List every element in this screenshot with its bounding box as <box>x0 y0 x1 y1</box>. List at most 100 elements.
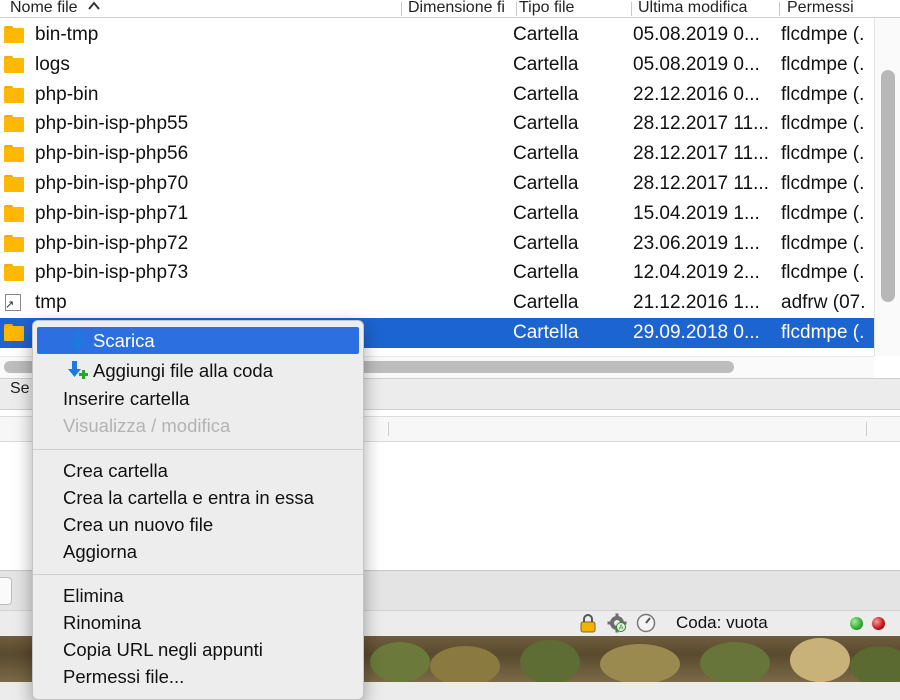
column-header-size-label: Dimensione fi <box>408 0 505 16</box>
file-row[interactable]: php-bin-isp-php73 Cartella 12.04.2019 2...… <box>0 258 874 288</box>
folder-icon <box>4 115 24 133</box>
column-divider[interactable] <box>388 422 389 436</box>
menu-item-copia-url-negli-appunti[interactable]: Copia URL negli appunti <box>37 636 359 663</box>
menu-item-inserire-cartella[interactable]: Inserire cartella <box>37 385 359 412</box>
file-type: Cartella <box>513 173 579 194</box>
column-divider[interactable] <box>516 2 517 16</box>
settings-gear-icon[interactable]: A <box>607 613 627 633</box>
file-permissions: flcdmpe (. <box>781 53 865 75</box>
send-led <box>872 617 885 630</box>
file-row[interactable]: bin-tmp Cartella 05.08.2019 0... flcdmpe (. <box>0 20 874 50</box>
column-divider[interactable] <box>779 2 780 16</box>
queue-status-text: Coda: vuota <box>676 613 768 632</box>
menu-item-aggiorna[interactable]: Aggiorna <box>37 538 359 565</box>
menu-separator <box>33 574 363 575</box>
file-modified: 23.06.2019 1... <box>633 232 760 254</box>
file-type: Cartella <box>513 202 579 224</box>
file-name: php-bin-isp-php71 <box>35 202 189 224</box>
menu-item-label: Visualizza / modifica <box>63 415 231 436</box>
file-row[interactable]: php-bin-isp-php71 Cartella 15.04.2019 1...… <box>0 199 874 229</box>
column-header-type[interactable]: Tipo file <box>519 0 627 18</box>
menu-item-label: Crea cartella <box>63 460 168 481</box>
menu-item-scarica[interactable]: Scarica <box>37 327 359 354</box>
file-row[interactable]: php-bin Cartella 22.12.2016 0... flcdmpe (. <box>0 80 874 110</box>
column-divider[interactable] <box>401 2 402 16</box>
folder-icon <box>4 145 24 163</box>
file-type: Cartella <box>513 232 579 254</box>
selection-info-text: Se <box>10 380 30 397</box>
menu-item-elimina[interactable]: Elimina <box>37 582 359 609</box>
file-permissions: flcdmpe (. <box>781 322 865 343</box>
file-type: Cartella <box>513 83 579 105</box>
menu-item-label: Inserire cartella <box>63 388 190 409</box>
folder-icon <box>4 234 24 252</box>
file-modified: 28.12.2017 11... <box>633 173 769 194</box>
file-name: php-bin <box>35 83 99 105</box>
column-header-permissions[interactable]: Permessi <box>787 0 867 18</box>
vertical-scrollbar-thumb[interactable] <box>881 70 895 302</box>
file-row[interactable]: php-bin-isp-php55 Cartella 28.12.2017 11..… <box>0 109 874 139</box>
file-row[interactable]: logs Cartella 05.08.2019 0... flcdmpe (. <box>0 50 874 80</box>
folder-icon <box>4 264 24 282</box>
menu-item-crea-la-cartella-e-entra-in-essa[interactable]: Crea la cartella e entra in essa <box>37 484 359 511</box>
file-name: php-bin-isp-php70 <box>35 173 189 194</box>
file-row[interactable]: php-bin-isp-php70 Cartella 28.12.2017 11..… <box>0 169 874 199</box>
lock-icon[interactable] <box>578 613 598 633</box>
menu-item-label: Rinomina <box>63 612 142 633</box>
file-permissions: flcdmpe (. <box>781 24 865 45</box>
column-header-permissions-label: Permessi <box>787 0 854 16</box>
column-header-name-label: Nome file <box>10 0 78 16</box>
menu-item-crea-cartella[interactable]: Crea cartella <box>37 457 359 484</box>
file-modified: 12.04.2019 2... <box>633 262 760 284</box>
svg-text:A: A <box>619 625 624 632</box>
chevron-up-icon <box>88 1 100 10</box>
menu-item-label: Copia URL negli appunti <box>63 639 263 660</box>
file-permissions: flcdmpe (. <box>781 262 865 284</box>
column-divider[interactable] <box>866 422 867 436</box>
file-row[interactable]: php-bin-isp-php72 Cartella 23.06.2019 1...… <box>0 229 874 259</box>
folder-icon <box>4 324 24 341</box>
folder-icon <box>4 175 24 192</box>
queue-tab[interactable] <box>0 577 12 605</box>
file-permissions: flcdmpe (. <box>781 143 865 165</box>
menu-item-label: Crea la cartella e entra in essa <box>63 487 314 508</box>
folder-icon <box>4 26 24 43</box>
column-header-size[interactable]: Dimensione fi <box>408 0 516 18</box>
file-name: bin-tmp <box>35 24 99 45</box>
menu-item-label: Crea un nuovo file <box>63 514 214 535</box>
file-name: php-bin-isp-php56 <box>35 143 189 165</box>
file-name: php-bin-isp-php72 <box>35 232 189 254</box>
column-header-name[interactable]: Nome file <box>10 0 400 18</box>
column-divider[interactable] <box>631 2 632 16</box>
menu-item-permessi-file[interactable]: Permessi file... <box>37 663 359 690</box>
folder-icon <box>4 85 24 103</box>
file-permissions: flcdmpe (. <box>781 83 865 105</box>
column-header-modified[interactable]: Ultima modifica <box>638 0 776 18</box>
file-modified: 15.04.2019 1... <box>633 202 760 224</box>
menu-item-label: Elimina <box>63 585 124 606</box>
file-name: logs <box>35 53 70 75</box>
file-modified: 29.09.2018 0... <box>633 322 760 343</box>
context-menu: Scarica Aggiungi file alla coda Inserire c… <box>32 320 364 700</box>
file-permissions: flcdmpe (. <box>781 113 865 135</box>
file-permissions: flcdmpe (. <box>781 202 865 224</box>
file-type: Cartella <box>513 292 579 314</box>
menu-item-aggiungi-file-alla-coda[interactable]: Aggiungi file alla coda <box>37 357 359 384</box>
file-row[interactable]: ↗ tmp Cartella 21.12.2016 1... adfrw (07. <box>0 288 874 318</box>
receive-led <box>850 617 863 630</box>
file-type: Cartella <box>513 53 579 75</box>
vertical-scrollbar[interactable] <box>874 18 900 356</box>
file-type: Cartella <box>513 24 579 45</box>
download-icon <box>70 331 86 351</box>
file-row[interactable]: php-bin-isp-php56 Cartella 28.12.2017 11..… <box>0 139 874 169</box>
folder-icon <box>4 55 24 73</box>
column-header-modified-label: Ultima modifica <box>638 0 748 16</box>
menu-item-crea-un-nuovo-file[interactable]: Crea un nuovo file <box>37 511 359 538</box>
menu-item-rinomina[interactable]: Rinomina <box>37 609 359 636</box>
menu-item-label: Aggiorna <box>63 541 138 562</box>
menu-item-label: Permessi file... <box>63 666 185 687</box>
file-modified: 21.12.2016 1... <box>633 292 760 314</box>
file-permissions: adfrw (07. <box>781 292 866 314</box>
menu-separator <box>33 449 363 450</box>
speed-limit-icon[interactable] <box>636 613 656 633</box>
